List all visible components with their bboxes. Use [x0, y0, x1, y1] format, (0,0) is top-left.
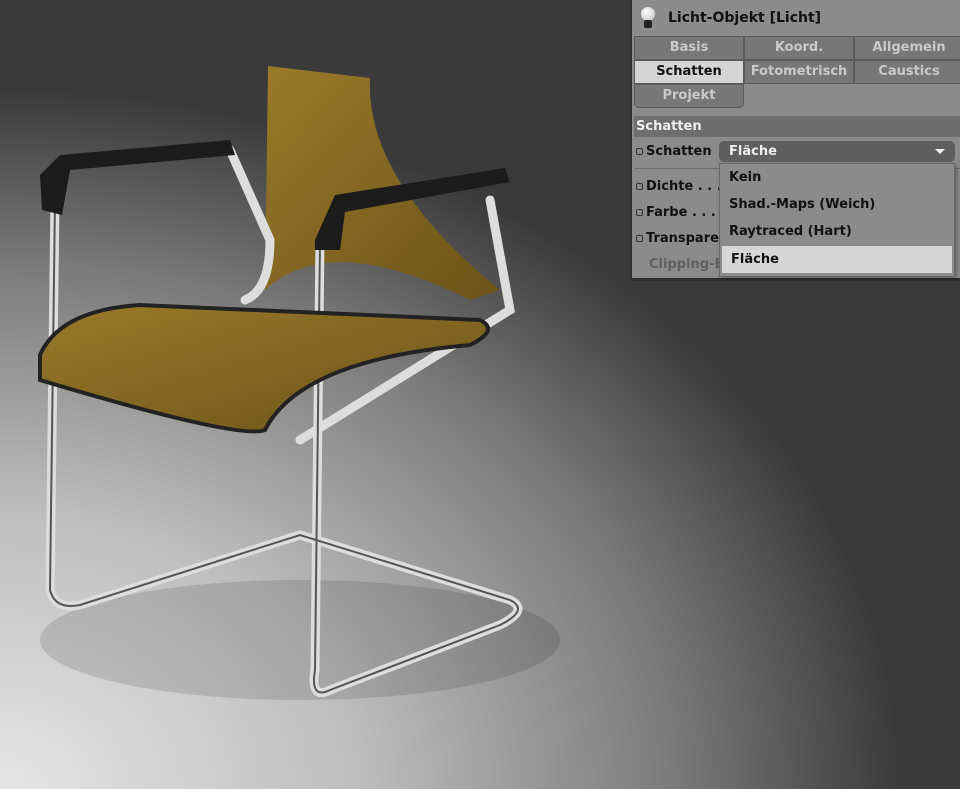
panel-title: Licht-Objekt [Licht] — [668, 9, 822, 26]
light-bulb-icon — [640, 6, 656, 29]
panel-title-bar: Licht-Objekt [Licht] — [632, 0, 960, 35]
option-shadow-maps[interactable]: Shad.-Maps (Weich) — [720, 191, 954, 218]
tab-allgemein[interactable]: Allgemein — [854, 36, 960, 60]
option-flaeche[interactable]: Fläche — [722, 246, 952, 273]
animate-checkbox[interactable] — [636, 148, 643, 155]
schatten-dropdown[interactable]: Fläche — [719, 141, 955, 162]
animate-checkbox[interactable] — [636, 209, 643, 216]
field-label: Schatten — [646, 144, 712, 159]
option-kein[interactable]: Kein — [720, 164, 954, 191]
tab-caustics[interactable]: Caustics — [854, 60, 960, 84]
section-header: Schatten — [634, 116, 960, 137]
tab-basis[interactable]: Basis — [634, 36, 744, 60]
attribute-manager-panel: Licht-Objekt [Licht] Basis Koord. Allgem… — [630, 0, 960, 281]
option-raytraced[interactable]: Raytraced (Hart) — [720, 218, 954, 245]
animate-checkbox[interactable] — [636, 183, 643, 190]
tab-fotometrisch[interactable]: Fotometrisch — [744, 60, 854, 84]
dropdown-value: Fläche — [729, 144, 777, 159]
field-schatten: Schatten — [636, 144, 712, 159]
tab-koord[interactable]: Koord. — [744, 36, 854, 60]
floor-shadow — [40, 580, 560, 700]
field-label: Dichte . . . — [646, 179, 722, 194]
field-label: Farbe . . . — [646, 205, 716, 220]
chevron-down-icon — [935, 149, 945, 154]
tab-projekt[interactable]: Projekt — [634, 84, 744, 108]
field-farbe: Farbe . . . — [636, 205, 716, 220]
animate-checkbox[interactable] — [636, 235, 643, 242]
armrest-left — [40, 140, 235, 215]
dropdown-menu: Kein Shad.-Maps (Weich) Raytraced (Hart)… — [719, 163, 955, 277]
field-dichte: Dichte . . . — [636, 179, 722, 194]
tab-schatten[interactable]: Schatten — [634, 60, 744, 84]
